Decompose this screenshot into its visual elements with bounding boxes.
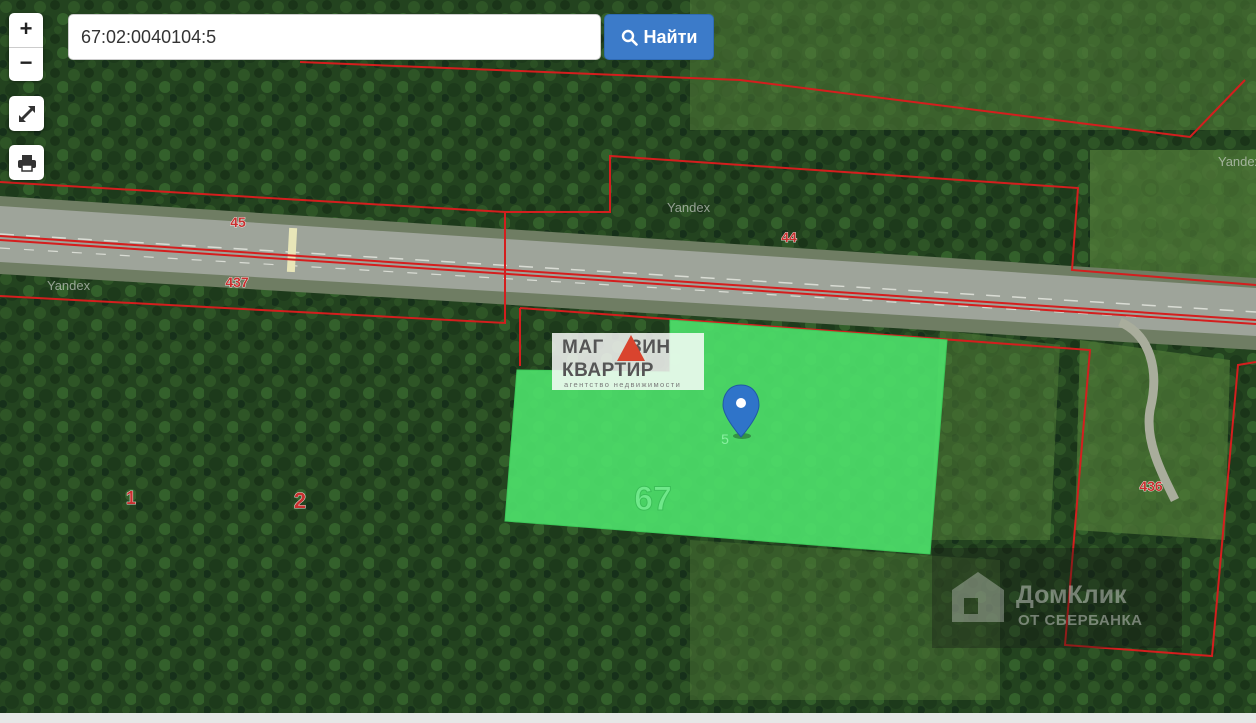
- house-triangle-icon: [617, 335, 645, 361]
- print-button[interactable]: [9, 145, 44, 180]
- parcel-label-2: 2: [294, 488, 306, 513]
- zoom-out-button[interactable]: −: [9, 47, 43, 81]
- search-button[interactable]: Найти: [604, 14, 714, 60]
- parcel-label-437: 437: [225, 274, 249, 290]
- yandex-watermark: Yandex: [47, 278, 91, 293]
- domclick-logo-icon: [952, 572, 1004, 622]
- parcel-label-44: 44: [781, 229, 797, 245]
- logo-tagline: агентство недвижимости: [564, 380, 682, 389]
- search-icon: [621, 29, 638, 46]
- field-area: [930, 330, 1060, 540]
- parcel-label-1: 1: [126, 488, 136, 508]
- domclick-watermark: ДомКлик ОТ СБЕРБАНКА: [932, 548, 1182, 648]
- yandex-watermark: Yandex: [667, 200, 711, 215]
- expand-arrows-icon: [18, 105, 35, 122]
- parcel-label-45: 45: [230, 214, 246, 230]
- zoom-control: + −: [9, 13, 43, 81]
- quarter-label-67: 67: [634, 480, 672, 518]
- magazin-kvartir-logo: МАГ ЗИН КВАРТИР агентство недвижимости: [552, 333, 704, 390]
- logo-line2: КВАРТИР: [562, 360, 654, 381]
- bottom-scroll-strip: [0, 713, 1256, 723]
- printer-icon: [17, 154, 36, 172]
- yandex-watermark: Yandex: [1218, 154, 1256, 169]
- parcel-label-5: 5: [721, 431, 729, 447]
- parcel-label-436: 436: [1139, 478, 1163, 494]
- domclick-title: ДомКлик: [1016, 581, 1127, 609]
- zoom-in-button[interactable]: +: [9, 13, 43, 48]
- fullscreen-button[interactable]: [9, 96, 44, 131]
- cadastral-search-input[interactable]: [68, 14, 601, 60]
- domclick-subtitle: ОТ СБЕРБАНКА: [1018, 612, 1143, 629]
- search-button-label: Найти: [643, 26, 698, 47]
